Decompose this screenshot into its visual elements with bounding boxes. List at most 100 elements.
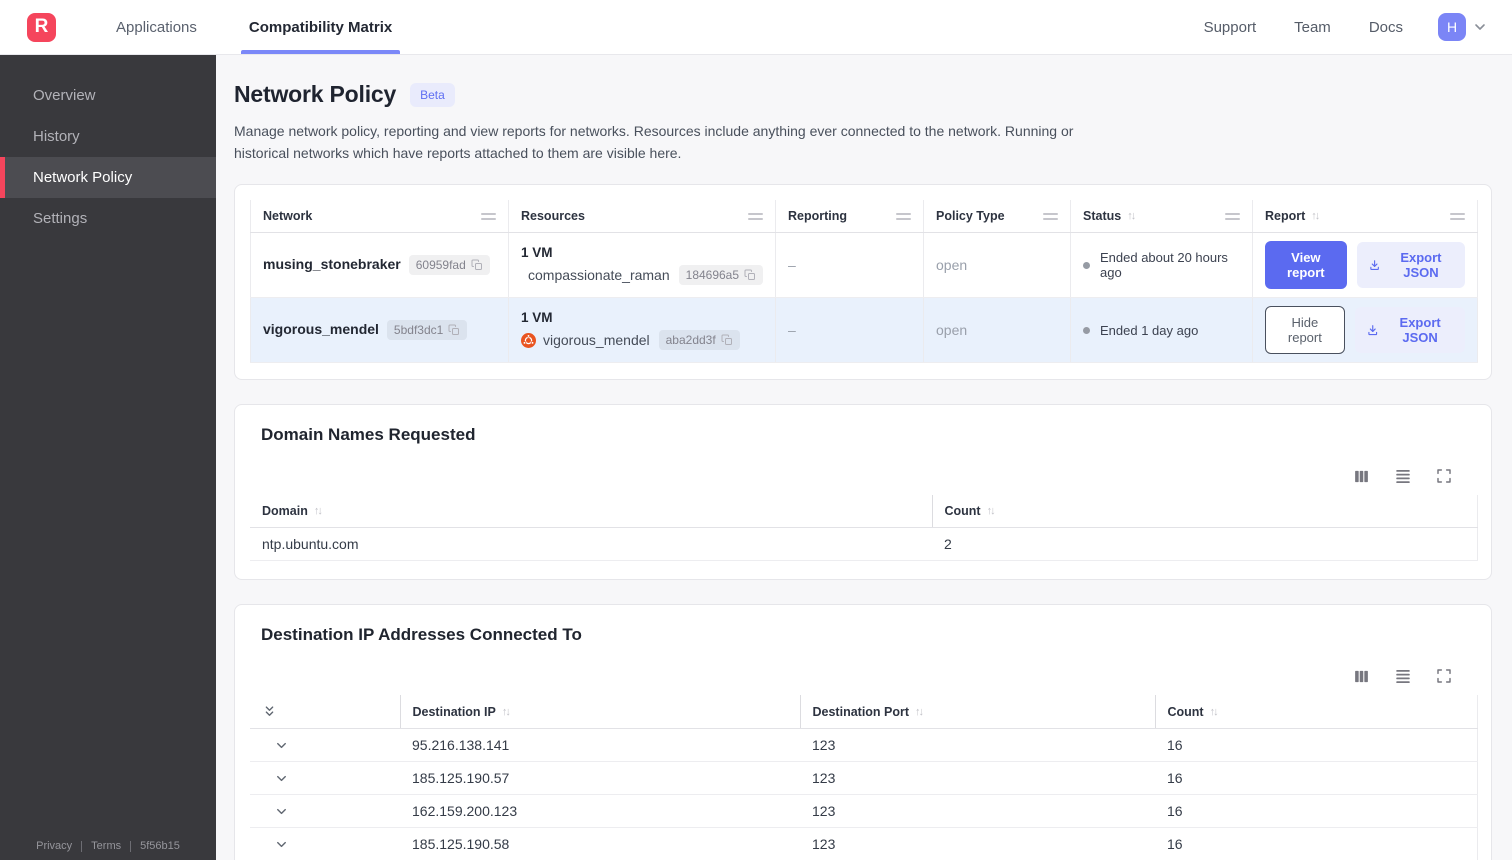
user-avatar[interactable]: H bbox=[1438, 13, 1466, 41]
destination-row: 162.159.200.123 123 16 bbox=[250, 794, 1478, 829]
sort-icon[interactable]: ↑↓ bbox=[915, 706, 924, 718]
fullscreen-icon[interactable] bbox=[1436, 668, 1452, 684]
tab-applications[interactable]: Applications bbox=[90, 0, 223, 54]
rows-icon[interactable] bbox=[1394, 467, 1412, 485]
destination-port: 123 bbox=[800, 761, 1155, 796]
beta-badge: Beta bbox=[410, 82, 455, 107]
row-expand-chevron-icon[interactable] bbox=[262, 837, 388, 852]
destination-ip: 162.159.200.123 bbox=[400, 794, 800, 829]
fullscreen-icon[interactable] bbox=[1436, 468, 1452, 484]
nav-link-support[interactable]: Support bbox=[1185, 19, 1276, 36]
column-resize-handle[interactable] bbox=[896, 212, 911, 220]
network-name: musing_stonebraker bbox=[263, 256, 401, 273]
policy-type-value: open bbox=[923, 232, 1071, 299]
column-header-destination-port[interactable]: Destination Port ↑↓ bbox=[799, 695, 1155, 730]
columns-icon[interactable] bbox=[1353, 468, 1370, 485]
sort-icon[interactable]: ↑↓ bbox=[502, 706, 511, 718]
sidebar-footer: Privacy Terms 5f56b15 bbox=[0, 840, 216, 852]
networks-table-card: Network Resources Reporting Policy Type … bbox=[234, 184, 1492, 381]
column-resize-handle[interactable] bbox=[481, 212, 496, 220]
destination-count: 16 bbox=[1155, 794, 1478, 829]
download-icon bbox=[1369, 260, 1379, 271]
sidebar-item-network-policy[interactable]: Network Policy bbox=[0, 157, 216, 198]
copy-icon[interactable] bbox=[471, 259, 483, 271]
destinations-card: Destination IP Addresses Connected To De… bbox=[234, 604, 1492, 860]
rows-icon[interactable] bbox=[1394, 667, 1412, 685]
domains-header-row: Domain ↑↓ Count ↑↓ bbox=[250, 495, 1478, 529]
copy-icon[interactable] bbox=[744, 269, 756, 281]
download-icon bbox=[1368, 325, 1377, 336]
sidebar-item-overview[interactable]: Overview bbox=[0, 75, 216, 116]
destinations-card-toolbar bbox=[250, 645, 1476, 695]
double-chevron-down-icon[interactable] bbox=[262, 704, 277, 719]
column-resize-handle[interactable] bbox=[1225, 212, 1240, 220]
domains-card-title: Domain Names Requested bbox=[261, 425, 476, 445]
status-dot-icon bbox=[1083, 261, 1090, 269]
resource-name: vigorous_mendel bbox=[543, 332, 650, 349]
chevron-down-icon[interactable] bbox=[1472, 19, 1488, 35]
sidebar-item-history[interactable]: History bbox=[0, 116, 216, 157]
terms-link[interactable]: Terms bbox=[91, 840, 121, 852]
domains-table: Domain ↑↓ Count ↑↓ ntp.ubuntu.com 2 bbox=[250, 495, 1478, 562]
resource-id-badge: aba2dd3f bbox=[658, 330, 740, 351]
column-header-network[interactable]: Network bbox=[250, 200, 509, 234]
columns-icon[interactable] bbox=[1353, 668, 1370, 685]
sidebar-item-settings[interactable]: Settings bbox=[0, 198, 216, 239]
column-header-policy-type[interactable]: Policy Type bbox=[923, 200, 1071, 234]
divider bbox=[130, 840, 132, 852]
expand-all-header[interactable] bbox=[250, 695, 400, 730]
column-header-status[interactable]: Status ↑↓ bbox=[1070, 200, 1253, 234]
destination-port: 123 bbox=[800, 728, 1155, 763]
vm-count: 1 VM bbox=[521, 310, 553, 326]
column-header-count[interactable]: Count ↑↓ bbox=[1154, 695, 1478, 730]
main-content: Network Policy Beta Manage network polic… bbox=[216, 55, 1512, 860]
nav-link-docs[interactable]: Docs bbox=[1350, 19, 1422, 36]
sort-icon[interactable]: ↑↓ bbox=[987, 505, 996, 517]
export-json-button[interactable]: Export JSON bbox=[1354, 307, 1465, 354]
status-cell: Ended 1 day ago bbox=[1083, 323, 1240, 338]
nav-link-team[interactable]: Team bbox=[1275, 19, 1350, 36]
column-header-domain[interactable]: Domain ↑↓ bbox=[250, 495, 932, 529]
destination-port: 123 bbox=[800, 794, 1155, 829]
column-resize-handle[interactable] bbox=[1450, 212, 1465, 220]
column-header-count[interactable]: Count ↑↓ bbox=[931, 495, 1478, 529]
column-header-report[interactable]: Report ↑↓ bbox=[1252, 200, 1478, 234]
column-header-resources[interactable]: Resources bbox=[508, 200, 776, 234]
copy-icon[interactable] bbox=[448, 324, 460, 336]
destination-ip: 95.216.138.141 bbox=[400, 728, 800, 763]
network-row: musing_stonebraker 60959fad 1 VM compassi… bbox=[250, 232, 1478, 299]
row-expand-chevron-icon[interactable] bbox=[262, 771, 388, 786]
row-expand-chevron-icon[interactable] bbox=[262, 804, 388, 819]
sort-icon[interactable]: ↑↓ bbox=[1210, 706, 1219, 718]
policy-type-value: open bbox=[923, 297, 1071, 364]
vm-count: 1 VM bbox=[521, 245, 553, 261]
column-resize-handle[interactable] bbox=[748, 212, 763, 220]
status-cell: Ended about 20 hours ago bbox=[1083, 250, 1240, 280]
destinations-header-row: Destination IP ↑↓ Destination Port ↑↓ Coun… bbox=[250, 695, 1478, 730]
resource-id-badge: 184696a5 bbox=[678, 265, 764, 286]
networks-table: Network Resources Reporting Policy Type … bbox=[250, 200, 1478, 364]
row-expand-chevron-icon[interactable] bbox=[262, 738, 388, 753]
copy-icon[interactable] bbox=[721, 334, 733, 346]
destination-count: 16 bbox=[1155, 761, 1478, 796]
export-json-button[interactable]: Export JSON bbox=[1356, 242, 1465, 289]
brand-logo[interactable]: R bbox=[27, 12, 56, 42]
column-header-destination-ip[interactable]: Destination IP ↑↓ bbox=[399, 695, 800, 730]
destination-count: 16 bbox=[1155, 827, 1478, 860]
privacy-link[interactable]: Privacy bbox=[36, 840, 72, 852]
view-report-button[interactable]: View report bbox=[1265, 241, 1347, 290]
column-header-reporting[interactable]: Reporting bbox=[775, 200, 924, 234]
sort-icon[interactable]: ↑↓ bbox=[1311, 210, 1320, 222]
tab-compatibility-matrix[interactable]: Compatibility Matrix bbox=[223, 0, 418, 54]
top-navbar: R Applications Compatibility Matrix Supp… bbox=[0, 0, 1512, 55]
app-window: R Applications Compatibility Matrix Supp… bbox=[0, 0, 1512, 860]
build-version: 5f56b15 bbox=[140, 840, 180, 852]
reporting-value: – bbox=[775, 232, 924, 299]
hide-report-button[interactable]: Hide report bbox=[1265, 306, 1345, 355]
destinations-card-title: Destination IP Addresses Connected To bbox=[261, 625, 582, 645]
sort-icon[interactable]: ↑↓ bbox=[1127, 210, 1136, 222]
sort-icon[interactable]: ↑↓ bbox=[314, 505, 323, 517]
status-text: Ended about 20 hours ago bbox=[1100, 250, 1228, 281]
column-resize-handle[interactable] bbox=[1043, 212, 1058, 220]
destination-count: 16 bbox=[1155, 728, 1478, 763]
